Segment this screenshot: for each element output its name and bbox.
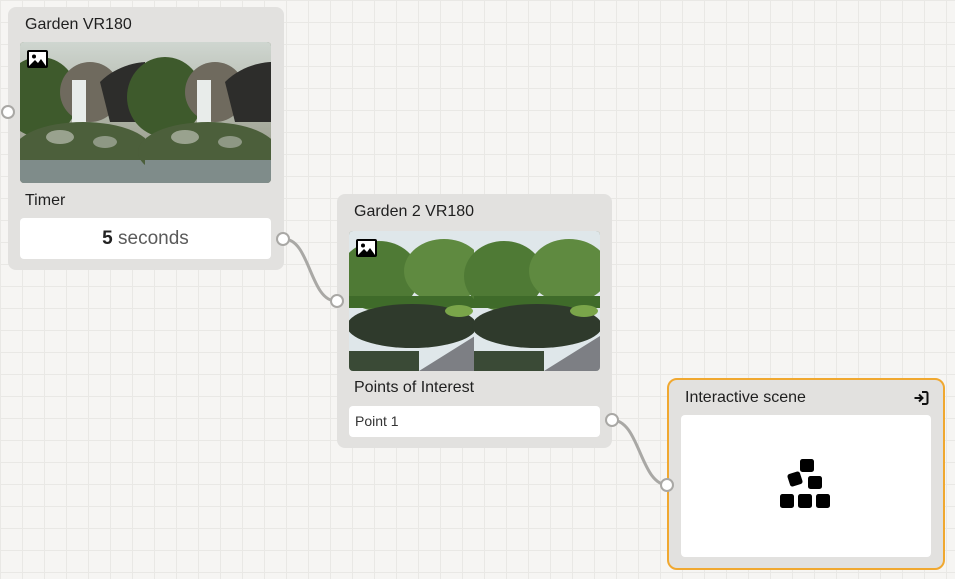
vr180-preview-image[interactable] [349,231,600,371]
point-label: Point 1 [355,413,399,429]
node-title: Garden 2 VR180 [354,203,475,220]
input-port-garden2[interactable] [330,294,344,308]
node-garden-vr180[interactable]: Garden VR180 Timer 5 seconds [8,7,284,270]
points-of-interest-label: Points of Interest [354,379,475,396]
panorama-thumbnail [349,231,600,371]
node-interactive-scene[interactable]: Interactive scene [667,378,945,570]
input-port-garden[interactable] [1,105,15,119]
node-title: Garden VR180 [25,16,132,33]
enter-icon[interactable] [913,390,929,406]
input-port-interactive[interactable] [660,478,674,492]
timer-label: Timer [25,192,66,209]
timer-field[interactable]: 5 seconds [20,218,271,259]
wire-garden-to-garden2 [283,237,337,303]
node-title: Interactive scene [685,389,806,406]
image-icon [356,239,377,257]
point-item[interactable]: Point 1 [349,406,600,437]
wire-garden2-to-interactive [611,418,669,487]
blocks-icon [780,459,830,508]
scene-preview[interactable] [681,415,931,557]
timer-value: 5 [102,228,113,249]
vr180-preview-image[interactable] [20,42,271,183]
output-port-garden-timer[interactable] [276,232,290,246]
node-garden2-vr180[interactable]: Garden 2 VR180 Points of Interest Point … [337,194,612,448]
output-port-point-1[interactable] [605,413,619,427]
image-icon [27,50,48,68]
timer-unit: seconds [118,228,189,249]
panorama-thumbnail [20,42,271,183]
